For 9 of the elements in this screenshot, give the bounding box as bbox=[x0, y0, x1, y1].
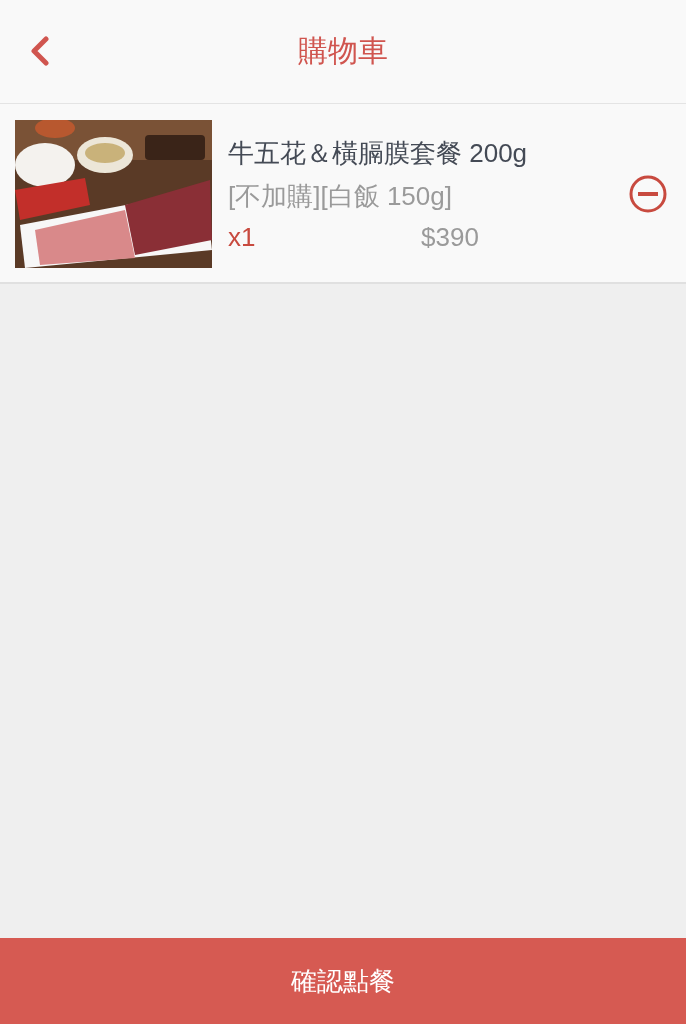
item-name: 牛五花＆橫膈膜套餐 200g bbox=[228, 136, 529, 170]
page-title: 購物車 bbox=[298, 33, 388, 69]
item-options: [不加購][白飯 150g] bbox=[228, 178, 612, 214]
item-price: $390 bbox=[421, 221, 479, 253]
remove-button[interactable] bbox=[628, 174, 668, 214]
confirm-order-button[interactable]: 確認點餐 bbox=[0, 938, 686, 1024]
item-quantity: x1 bbox=[228, 221, 257, 253]
minus-circle-icon bbox=[628, 174, 668, 214]
back-icon bbox=[29, 36, 51, 66]
